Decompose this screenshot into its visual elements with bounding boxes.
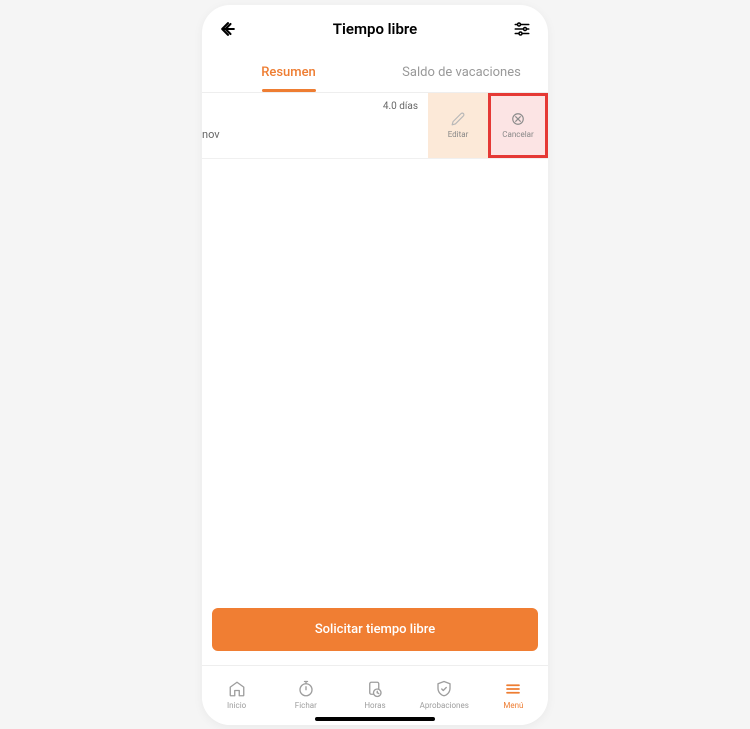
bottom-nav: Inicio Fichar Horas Aprobaciones Menú xyxy=(202,665,548,725)
request-time-off-button[interactable]: Solicitar tiempo libre xyxy=(212,608,538,651)
request-button-label: Solicitar tiempo libre xyxy=(315,622,435,637)
filter-button[interactable] xyxy=(510,17,534,41)
page-title: Tiempo libre xyxy=(333,20,417,38)
nav-home[interactable]: Inicio xyxy=(202,666,271,725)
tab-summary-label: Resumen xyxy=(261,65,316,80)
tabs: Resumen Saldo de vacaciones xyxy=(202,53,548,93)
edit-button[interactable]: Editar xyxy=(428,93,488,158)
entry-days: 4.0 días xyxy=(383,101,418,112)
phone-frame: Tiempo libre Resumen Saldo de vacaciones… xyxy=(202,5,548,725)
stopwatch-icon xyxy=(297,680,315,698)
cancel-label: Cancelar xyxy=(502,130,533,139)
tab-balance-label: Saldo de vacaciones xyxy=(402,65,521,80)
back-button[interactable] xyxy=(216,17,240,41)
entry-details: 4.0 días nov xyxy=(202,93,428,158)
hours-icon xyxy=(366,680,384,698)
tab-balance[interactable]: Saldo de vacaciones xyxy=(375,53,548,92)
nav-menu[interactable]: Menú xyxy=(479,666,548,725)
cancel-icon xyxy=(511,112,525,126)
cancel-button[interactable]: Cancelar xyxy=(488,93,548,158)
menu-icon xyxy=(504,680,522,698)
nav-approvals-label: Aprobaciones xyxy=(420,701,469,710)
nav-home-label: Inicio xyxy=(227,701,246,710)
edit-label: Editar xyxy=(448,130,469,139)
filter-icon xyxy=(513,20,531,38)
time-off-entry[interactable]: 4.0 días nov Editar Cancelar xyxy=(202,93,548,159)
nav-clockin-label: Fichar xyxy=(295,701,317,710)
entry-month: nov xyxy=(202,128,428,141)
home-indicator xyxy=(315,717,435,721)
shield-check-icon xyxy=(435,680,453,698)
tab-summary[interactable]: Resumen xyxy=(202,53,375,92)
header: Tiempo libre xyxy=(202,5,548,53)
pencil-icon xyxy=(451,112,465,126)
nav-menu-label: Menú xyxy=(503,701,523,710)
nav-hours-label: Horas xyxy=(364,701,385,710)
home-icon xyxy=(228,680,246,698)
back-arrow-icon xyxy=(218,19,238,39)
